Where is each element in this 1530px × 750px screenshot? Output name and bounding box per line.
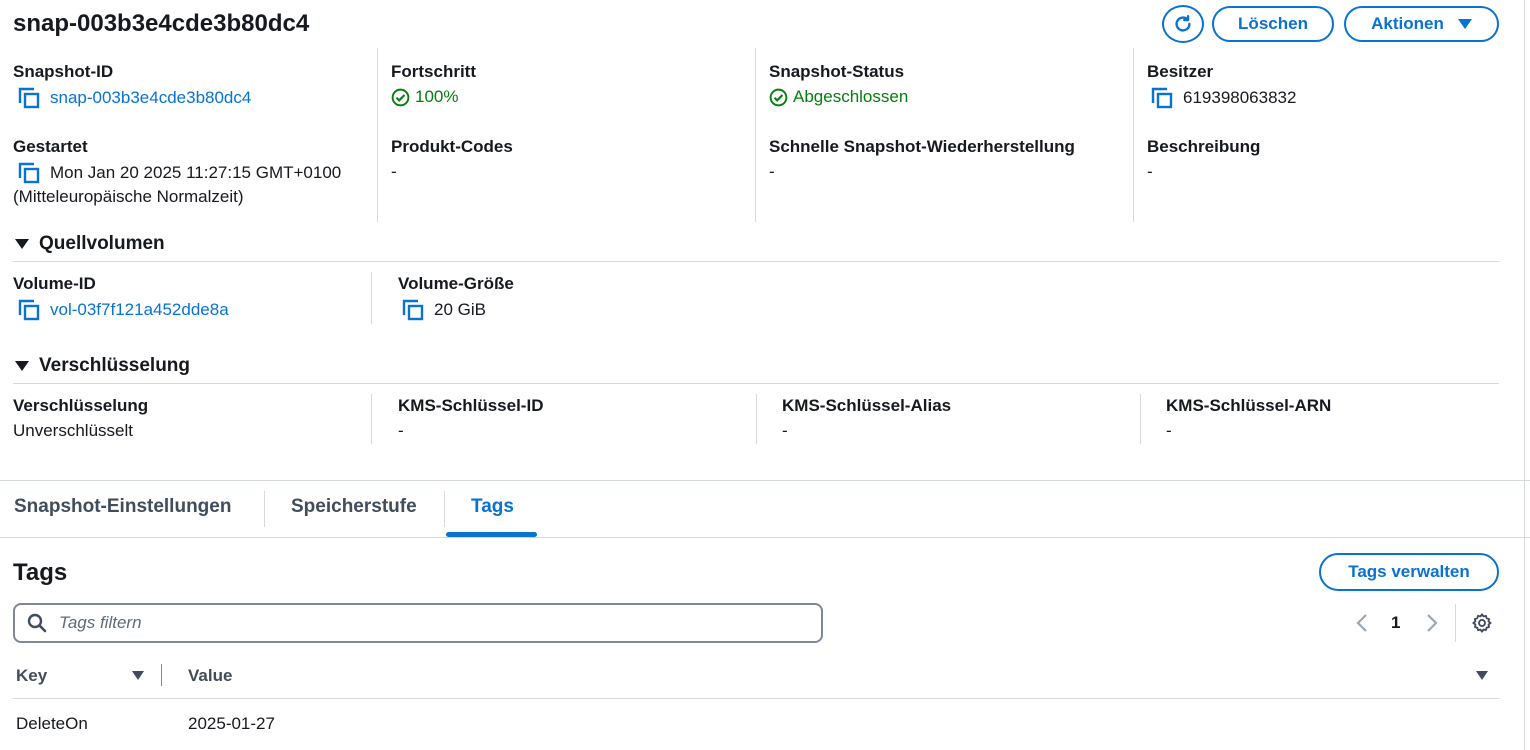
tab-tags[interactable]: Tags (471, 496, 514, 518)
column-header-key[interactable]: Key (16, 666, 47, 686)
tag-value-cell: 2025-01-27 (188, 714, 275, 733)
current-page-number[interactable]: 1 (1391, 613, 1400, 633)
copy-icon[interactable] (1151, 87, 1173, 109)
tab-divider (264, 491, 265, 527)
kms-key-alias-label: KMS-Schlüssel-Alias (782, 396, 952, 415)
column-divider (1140, 394, 1141, 444)
copy-icon[interactable] (402, 299, 424, 321)
column-divider (755, 48, 756, 222)
tag-key-cell: DeleteOn (16, 714, 88, 733)
product-codes-label: Produkt-Codes (391, 137, 513, 156)
sort-icon[interactable] (1476, 671, 1488, 680)
tab-snapshot-settings[interactable]: Snapshot-Einstellungen (14, 496, 231, 518)
pagination-divider (1455, 604, 1456, 642)
started-value: Mon Jan 20 2025 11:27:15 GMT+0100 (18, 162, 341, 184)
previous-page-icon[interactable] (1355, 613, 1369, 633)
kms-key-arn-label: KMS-Schlüssel-ARN (1166, 396, 1332, 415)
description-value: - (1147, 162, 1153, 181)
volume-id-label: Volume-ID (13, 274, 96, 293)
snapshot-id-value: snap-003b3e4cde3b80dc4 (18, 87, 251, 109)
caret-down-icon (15, 361, 29, 371)
volume-size-label: Volume-Größe (398, 274, 514, 293)
encryption-heading: Verschlüsselung (39, 355, 191, 376)
volume-id-value: vol-03f7f121a452dde8a (18, 299, 229, 321)
description-label: Beschreibung (1147, 137, 1261, 156)
fast-restore-label: Schnelle Snapshot-Wiederherstellung (769, 137, 1075, 156)
page-title: snap-003b3e4cde3b80dc4 (13, 10, 310, 37)
tab-storage-tier[interactable]: Speicherstufe (291, 496, 417, 518)
owner-text: 619398063832 (1183, 88, 1297, 107)
tab-divider (444, 491, 445, 527)
column-resizer[interactable] (161, 664, 162, 686)
success-check-icon (391, 88, 410, 106)
owner-value: 619398063832 (1151, 87, 1296, 109)
section-divider (13, 383, 1499, 384)
progress-value: 100% (391, 87, 458, 107)
tags-heading: Tags (13, 559, 68, 586)
column-divider (1133, 48, 1134, 222)
manage-tags-button[interactable]: Tags verwalten (1319, 553, 1499, 591)
tabs-bottom-border (0, 537, 1530, 538)
sort-icon[interactable] (132, 671, 144, 680)
volume-id-link[interactable]: vol-03f7f121a452dde8a (50, 300, 229, 320)
started-text-line2: (Mitteleuropäische Normalzeit) (13, 187, 244, 206)
encryption-label: Verschlüsselung (13, 396, 149, 415)
copy-icon[interactable] (18, 299, 40, 321)
snapshot-id-label: Snapshot-ID (13, 62, 114, 81)
delete-button[interactable]: Löschen (1212, 6, 1334, 42)
tags-filter-field[interactable] (13, 603, 823, 643)
owner-label: Besitzer (1147, 62, 1214, 81)
kms-key-arn-value: - (1166, 421, 1172, 440)
source-volume-heading: Quellvolumen (39, 233, 165, 254)
snapshot-status-value: Abgeschlossen (769, 87, 908, 107)
fast-restore-value: - (769, 162, 775, 181)
table-header-divider (13, 698, 1499, 699)
copy-icon[interactable] (18, 87, 40, 109)
copy-icon[interactable] (18, 162, 40, 184)
snapshot-id-link[interactable]: snap-003b3e4cde3b80dc4 (50, 88, 251, 108)
actions-label: Aktionen (1371, 14, 1444, 33)
volume-size-value: 20 GiB (402, 299, 486, 321)
encryption-section-toggle[interactable]: Verschlüsselung (15, 355, 190, 377)
progress-text: 100% (415, 87, 459, 106)
product-codes-value: - (391, 162, 397, 181)
volume-size-text: 20 GiB (434, 300, 486, 319)
settings-gear-icon[interactable] (1471, 612, 1493, 634)
actions-dropdown-button[interactable]: Aktionen (1344, 6, 1499, 42)
success-check-icon (769, 88, 788, 106)
column-divider (756, 394, 757, 444)
column-header-value[interactable]: Value (188, 666, 232, 686)
caret-down-icon (15, 239, 29, 249)
search-icon (27, 613, 47, 633)
encryption-value: Unverschlüsselt (13, 421, 133, 440)
snapshot-status-label: Snapshot-Status (769, 62, 905, 81)
tags-filter-input[interactable] (57, 612, 801, 634)
started-label: Gestartet (13, 137, 88, 156)
scrollbar-track[interactable] (1524, 0, 1525, 750)
column-divider (377, 48, 378, 222)
column-divider (371, 394, 372, 444)
next-page-icon[interactable] (1425, 613, 1439, 633)
kms-key-id-value: - (398, 421, 404, 440)
kms-key-alias-value: - (782, 421, 788, 440)
snapshot-status-text: Abgeschlossen (793, 87, 909, 106)
source-volume-section-toggle[interactable]: Quellvolumen (15, 233, 165, 255)
column-divider (371, 272, 372, 324)
section-divider (13, 261, 1499, 262)
refresh-button[interactable] (1162, 5, 1204, 43)
caret-down-icon (1457, 19, 1472, 29)
refresh-icon (1175, 15, 1191, 32)
tabs-top-border (0, 480, 1530, 481)
progress-label: Fortschritt (391, 62, 476, 81)
kms-key-id-label: KMS-Schlüssel-ID (398, 396, 544, 415)
started-text-line1: Mon Jan 20 2025 11:27:15 GMT+0100 (50, 163, 342, 182)
